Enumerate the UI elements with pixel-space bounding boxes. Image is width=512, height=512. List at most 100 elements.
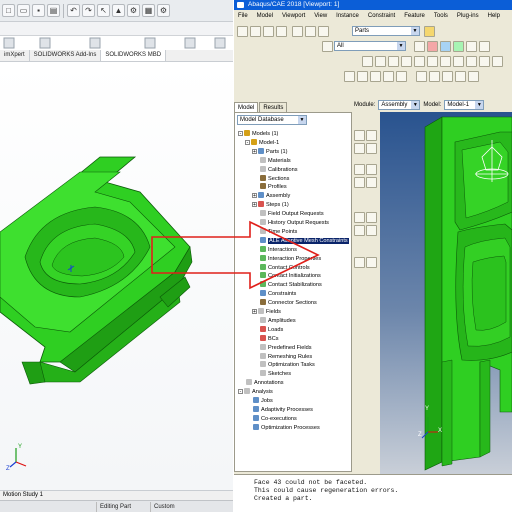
wireframe-icon[interactable] [344, 71, 355, 82]
rebuild-icon[interactable]: ▲ [112, 4, 125, 17]
tab-solidworks-add-ins[interactable]: SOLIDWORKS Add-Ins [30, 50, 102, 61]
merge-cut-icon[interactable] [354, 212, 365, 223]
expand-icon[interactable]: + [252, 148, 257, 154]
file-properties-icon[interactable]: ▦ [142, 4, 155, 17]
tree-item[interactable]: Co-executions [245, 414, 297, 423]
tree-item[interactable]: Optimization Tasks [252, 361, 315, 369]
model-database-combo[interactable]: Model Database ▼ [237, 115, 307, 125]
parts-combo[interactable]: Parts ▼ [352, 26, 420, 36]
tab-results[interactable]: Results [259, 102, 288, 112]
back-view-icon[interactable] [466, 56, 477, 67]
hidden-line-icon[interactable] [357, 71, 368, 82]
menu-instance[interactable]: Instance [336, 11, 359, 21]
rotate-instance-icon[interactable] [366, 143, 377, 154]
collapse-icon[interactable]: - [245, 139, 250, 145]
tree-item[interactable]: - Models (1) [238, 130, 278, 138]
tree-item[interactable]: Sketches [252, 370, 291, 378]
redo-icon[interactable]: ↷ [82, 4, 95, 17]
tree-item[interactable]: Field Output Requests [252, 210, 324, 218]
tree-item[interactable]: Interaction Properties [252, 254, 321, 263]
undo-icon[interactable]: ↶ [67, 4, 80, 17]
pan-icon[interactable] [362, 56, 373, 67]
print-icon[interactable] [276, 26, 287, 37]
tree-item[interactable]: Predefined Fields [252, 343, 312, 352]
menu-viewport[interactable]: Viewport [282, 11, 305, 21]
tree-item[interactable]: Sections [252, 174, 289, 183]
print-icon[interactable]: ▤ [47, 4, 60, 17]
tree-item[interactable]: ALE Adaptive Mesh Constraints [252, 236, 349, 245]
shaded-icon[interactable] [370, 71, 381, 82]
tree-item[interactable]: - Model-1 [245, 138, 279, 147]
tree-item[interactable]: Contact Initializations [252, 272, 321, 280]
menu-file[interactable]: File [238, 11, 248, 21]
expand-icon[interactable]: + [252, 202, 257, 208]
collapse-icon[interactable]: - [238, 389, 243, 395]
new-model-icon[interactable] [237, 26, 248, 37]
open-icon[interactable] [250, 26, 261, 37]
remove-icon[interactable] [453, 41, 464, 52]
tab-mbd-xpert[interactable]: imXpert [0, 50, 30, 61]
display-group-icon[interactable] [414, 41, 425, 52]
menu-feature[interactable]: Feature [404, 11, 425, 21]
tree-item[interactable]: + Steps (1) [252, 201, 289, 209]
partition-icon[interactable] [366, 257, 377, 268]
motion-study-tab[interactable]: Motion Study 1 [0, 490, 233, 500]
selection-arrow-icon[interactable] [322, 41, 333, 52]
tree-item[interactable]: + Fields [252, 308, 281, 316]
menu-view[interactable]: View [314, 11, 327, 21]
tree-item[interactable]: Contact Stabilizations [252, 281, 322, 289]
tree-item[interactable]: Calibrations [252, 165, 298, 174]
menu-help[interactable]: Help [488, 11, 500, 21]
tree-item[interactable]: Jobs [245, 397, 273, 405]
bottom-view-icon[interactable] [492, 56, 503, 67]
add-icon[interactable] [440, 41, 451, 52]
translate-instance-icon[interactable] [354, 143, 365, 154]
save-icon[interactable] [263, 26, 274, 37]
parallel-edge-icon[interactable] [354, 177, 365, 188]
tree-item[interactable]: Profiles [252, 183, 287, 191]
create-instance-icon[interactable] [354, 130, 365, 141]
top-view-icon[interactable] [479, 56, 490, 67]
tree-item[interactable]: Constraints [252, 290, 296, 298]
tree-item[interactable]: - Analysis [238, 388, 273, 396]
display-icon[interactable] [442, 71, 453, 82]
box-zoom-icon[interactable] [401, 56, 412, 67]
menu-plug-ins[interactable]: Plug-ins [457, 11, 479, 21]
tree-item[interactable]: Contact Controls [252, 263, 310, 272]
datum-plane-icon[interactable] [366, 225, 377, 236]
layout-icon[interactable] [416, 71, 427, 82]
pick-icon[interactable] [305, 26, 316, 37]
tree-item[interactable]: + Parts (1) [252, 147, 287, 156]
tree-item[interactable]: Remeshing Rules [252, 352, 312, 361]
abaqus-viewport[interactable]: Y Z X [380, 112, 512, 474]
tree-item[interactable]: History Output Requests [252, 219, 329, 227]
linear-pattern-icon[interactable] [366, 130, 377, 141]
datum-axis-icon[interactable] [354, 225, 365, 236]
tree-item[interactable]: Adaptivity Processes [245, 405, 313, 414]
status-units-custom[interactable]: Custom [150, 502, 195, 512]
model-combo[interactable]: Model-1 ▼ [444, 100, 485, 110]
solidworks-graphics-area[interactable]: Y Z [0, 62, 233, 490]
cycle-views-icon[interactable] [427, 56, 438, 67]
tab-solidworks-mbd[interactable]: SOLIDWORKS MBD [101, 50, 167, 61]
magnify-icon[interactable] [388, 56, 399, 67]
open-file-icon[interactable]: ▭ [17, 4, 30, 17]
reverse-icon[interactable] [479, 41, 490, 52]
replace-icon[interactable] [427, 41, 438, 52]
expand-icon[interactable]: + [252, 193, 257, 199]
tab-model[interactable]: Model [234, 102, 259, 112]
grid-icon[interactable] [455, 71, 466, 82]
perspective-icon[interactable] [383, 71, 394, 82]
options-icon[interactable]: ⚙ [127, 4, 140, 17]
tree-item[interactable]: Time Points [252, 227, 297, 236]
tree-item[interactable]: Loads [252, 325, 283, 334]
menu-constraint[interactable]: Constraint [368, 11, 395, 21]
color-code-icon[interactable] [424, 26, 435, 37]
all-combo[interactable]: All ▼ [334, 41, 406, 51]
tree-item[interactable]: Amplitudes [252, 316, 296, 325]
parallel-face-icon[interactable] [354, 164, 365, 175]
zoom-icon[interactable] [318, 26, 329, 37]
module-combo[interactable]: Assembly ▼ [378, 100, 421, 110]
front-view-icon[interactable] [453, 56, 464, 67]
tree-item[interactable]: BCs [252, 334, 279, 343]
